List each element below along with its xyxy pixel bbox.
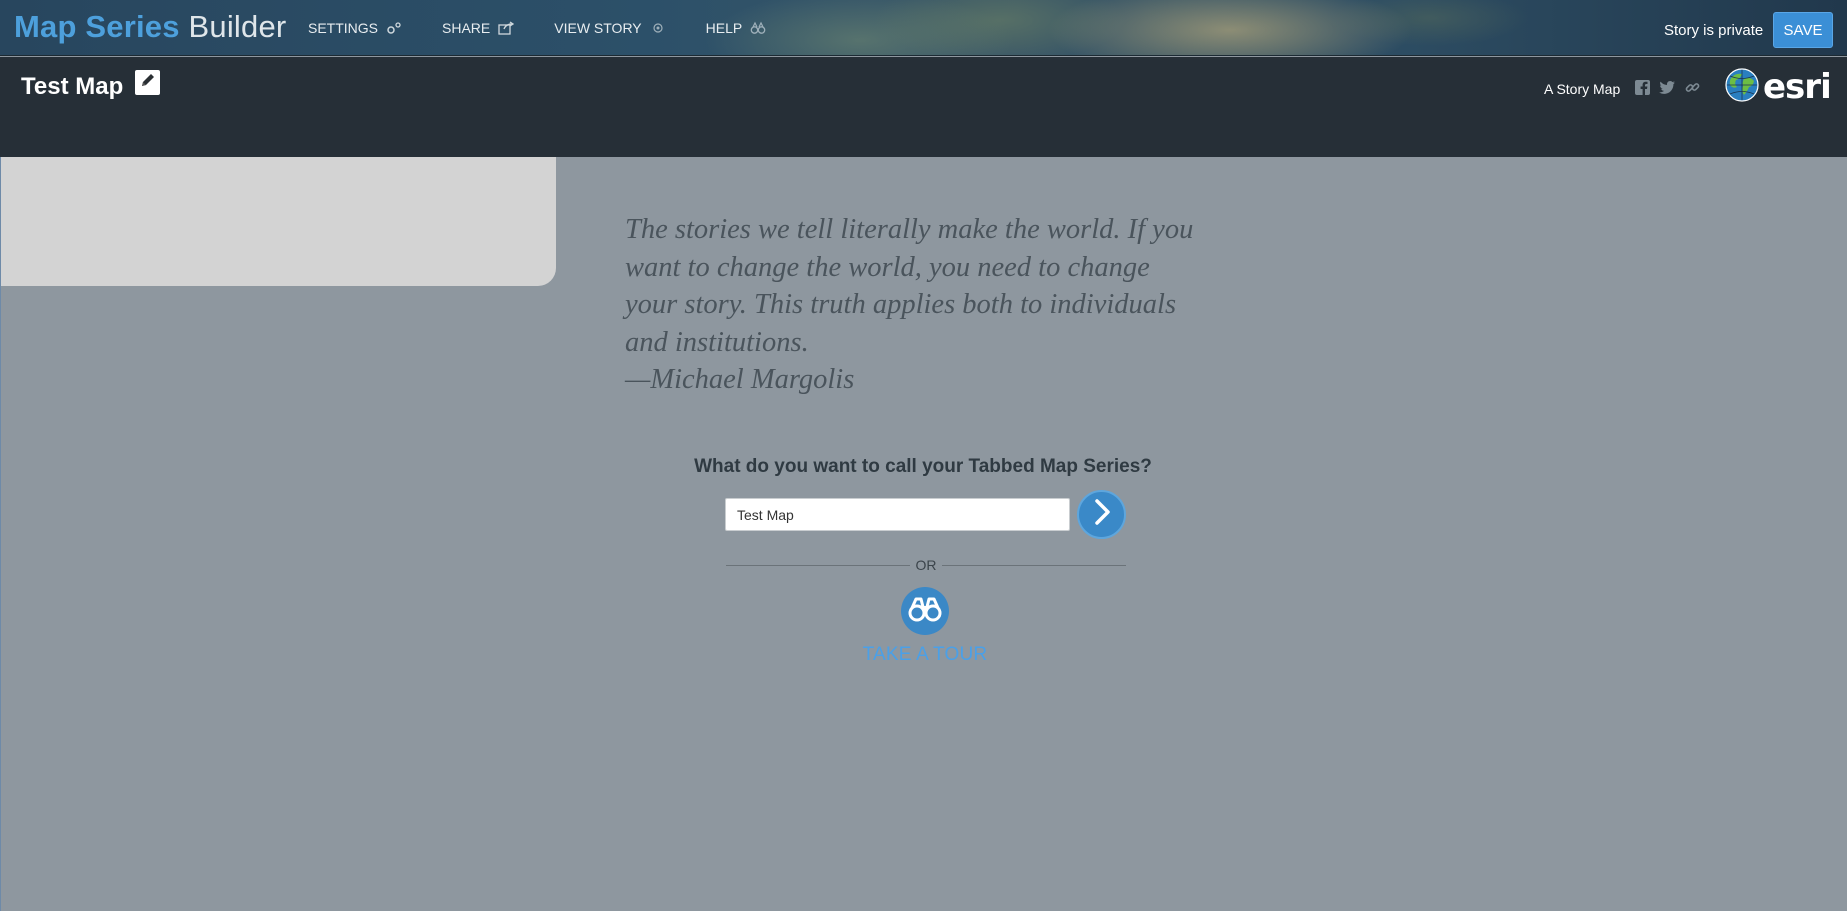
quote-author: —Michael Margolis — [625, 364, 855, 395]
nav-share[interactable]: SHARE — [442, 20, 515, 36]
facebook-icon[interactable] — [1634, 79, 1651, 96]
take-tour-link[interactable]: TAKE A TOUR — [825, 644, 1025, 666]
pencil-icon — [139, 71, 157, 94]
builder-toolbar: Map Series Builder SETTINGS SHARE VIEW S… — [0, 0, 1847, 56]
story-map-label: A Story Map — [1544, 81, 1621, 97]
quote-line: The stories we tell literally make the w… — [625, 214, 1194, 245]
nav-settings[interactable]: SETTINGS — [308, 20, 402, 36]
divider-line-right — [942, 565, 1126, 566]
quote-line: and institutions. — [625, 326, 809, 358]
top-nav: SETTINGS SHARE VIEW STORY HELP — [308, 20, 806, 36]
app-title-strong: Map Series — [14, 9, 180, 44]
share-icon — [498, 21, 515, 35]
nav-help[interactable]: HELP — [706, 20, 767, 36]
chevron-right-icon — [1090, 498, 1114, 531]
story-header: Test Map A Story Map esri — [0, 57, 1847, 157]
quote-line: your story. This truth applies both to i… — [625, 289, 1177, 320]
save-button[interactable]: SAVE — [1773, 12, 1833, 48]
globe-icon — [1724, 67, 1760, 108]
inspirational-quote: The stories we tell literally make the w… — [625, 211, 1245, 399]
main-content: The stories we tell literally make the w… — [0, 157, 1847, 911]
nav-share-label: SHARE — [442, 20, 491, 36]
edit-title-button[interactable] — [135, 70, 160, 95]
nav-view-story-label: VIEW STORY — [554, 20, 642, 36]
app-title: Map Series Builder — [14, 9, 286, 45]
or-divider: OR — [726, 555, 1126, 575]
series-title-prompt: What do you want to call your Tabbed Map… — [1, 456, 1847, 478]
link-icon[interactable] — [1684, 79, 1701, 96]
esri-logo: esri — [1724, 67, 1832, 108]
nav-help-label: HELP — [705, 20, 743, 36]
social-links — [1634, 79, 1701, 96]
esri-logo-text: esri — [1763, 67, 1832, 107]
quote-line: want to change the world, you need to ch… — [625, 251, 1150, 283]
take-tour-button[interactable] — [901, 587, 949, 635]
side-panel — [1, 157, 556, 286]
nav-settings-label: SETTINGS — [308, 20, 379, 36]
next-button[interactable] — [1077, 490, 1126, 539]
series-title-input[interactable] — [725, 498, 1070, 531]
nav-view-story[interactable]: VIEW STORY — [554, 20, 665, 36]
twitter-icon[interactable] — [1659, 79, 1676, 96]
binoculars-icon — [908, 596, 942, 627]
story-title: Test Map — [21, 73, 124, 100]
gears-icon — [386, 21, 402, 35]
eye-icon — [650, 21, 666, 35]
binoculars-icon — [750, 21, 766, 35]
app-title-light: Builder — [188, 9, 287, 44]
privacy-status: Story is private — [1664, 22, 1764, 39]
series-title-prompt-text: What do you want to call your Tabbed Map… — [694, 456, 1152, 477]
